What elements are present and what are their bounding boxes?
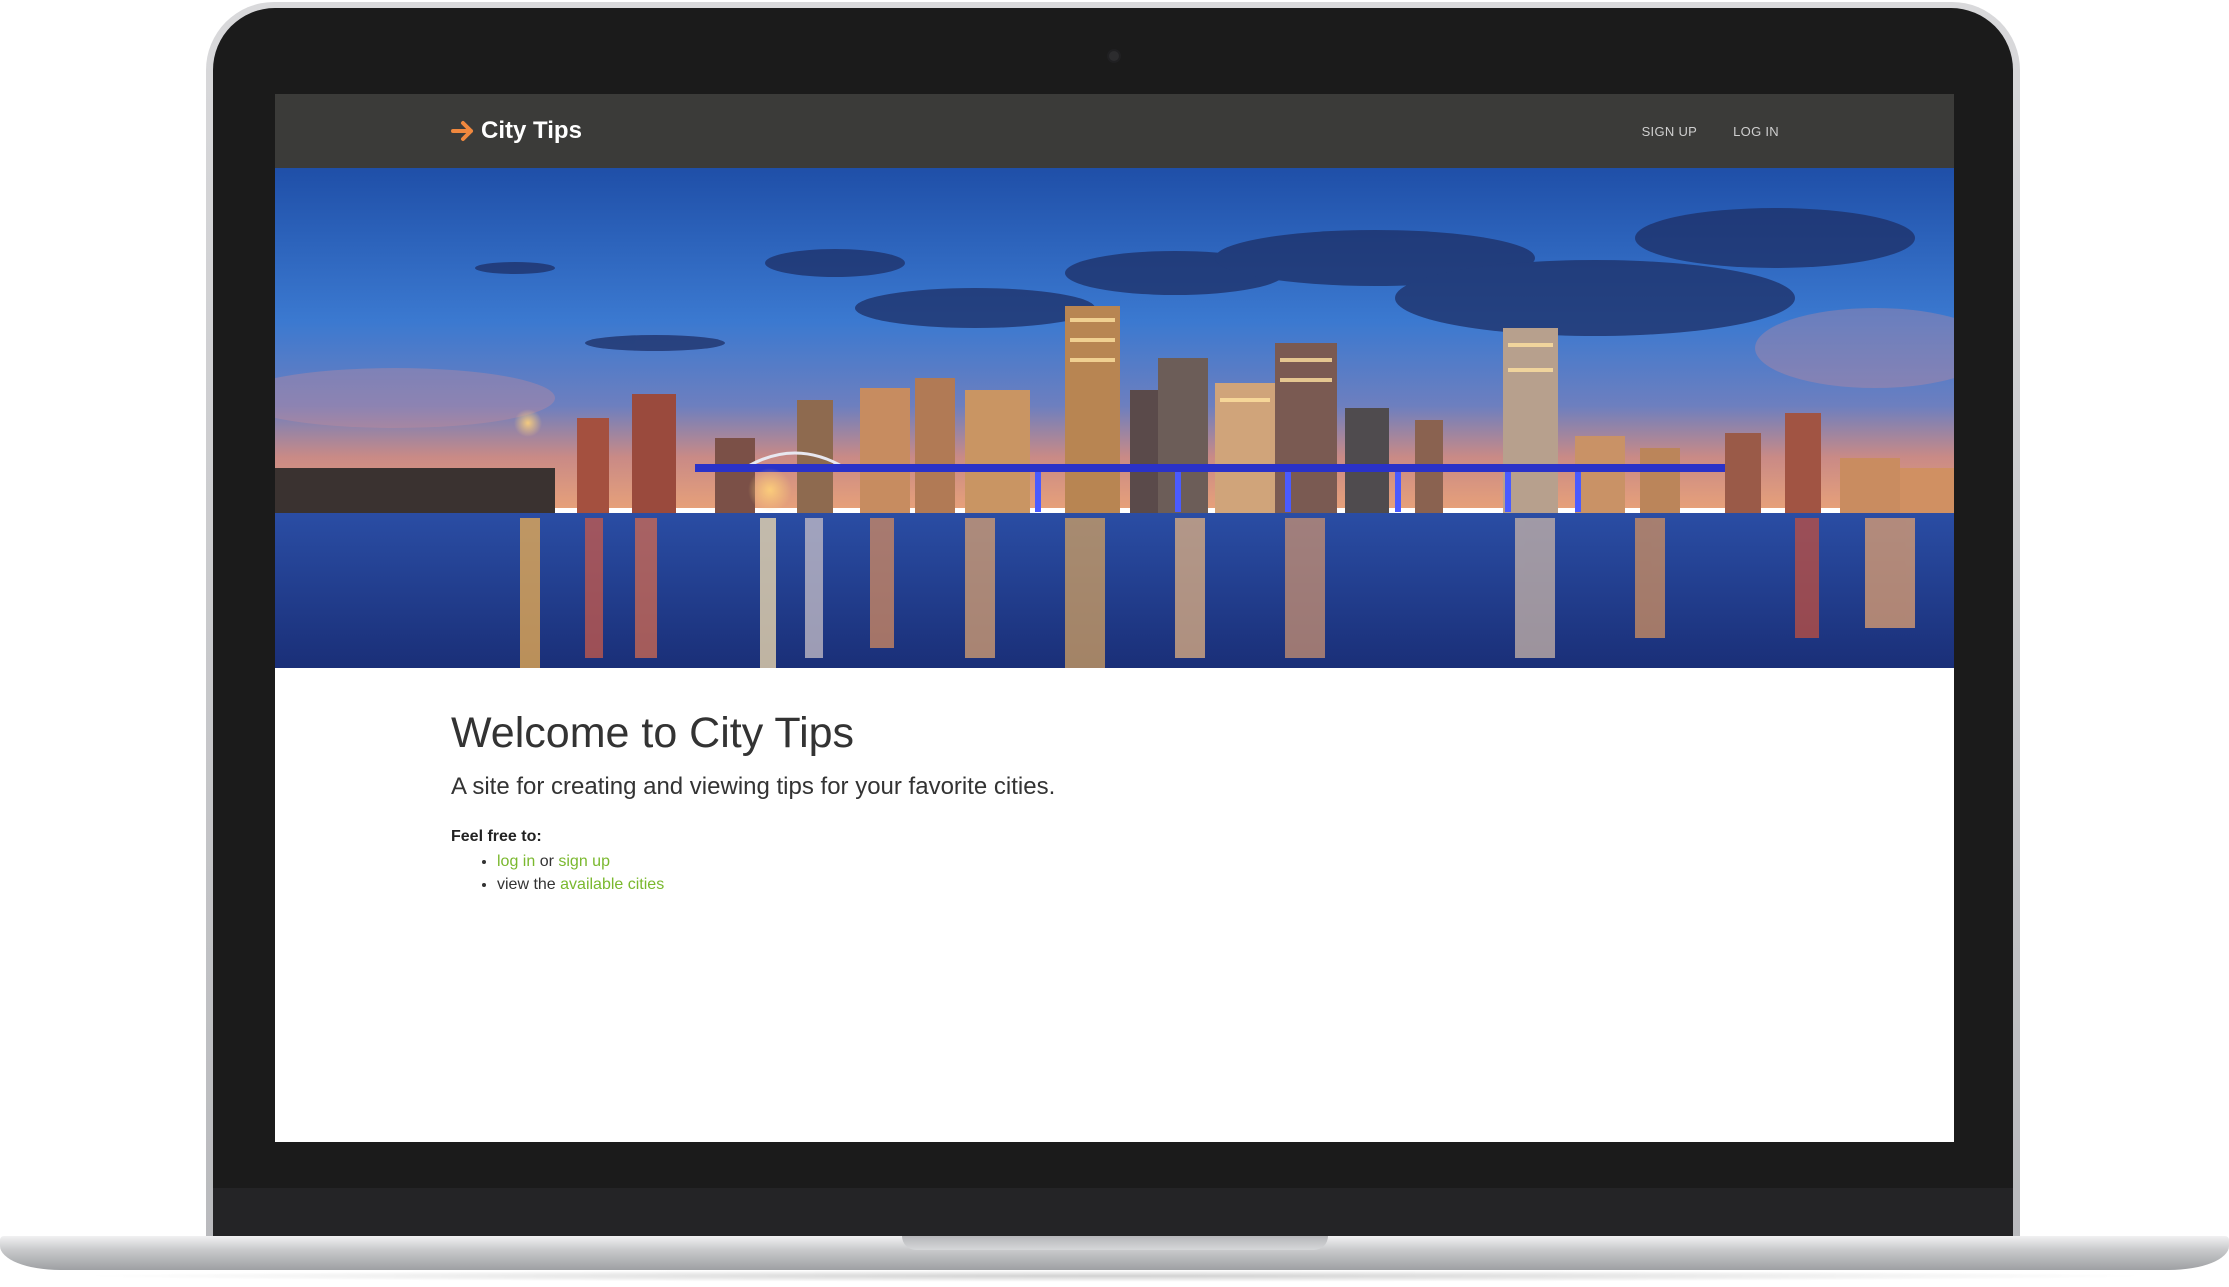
- nav-log-in-link[interactable]: LOG IN: [1733, 124, 1779, 139]
- view-the-text: view the: [497, 876, 561, 894]
- list-item-login-signup: log in or sign up: [497, 850, 1751, 873]
- navbar: City Tips SIGN UP LOG IN: [275, 94, 1954, 168]
- laptop-bezel-bottom: [213, 1188, 2013, 1242]
- nav-sign-up-link[interactable]: SIGN UP: [1642, 124, 1698, 139]
- actions-list: log in or sign up view the available cit…: [497, 850, 1751, 896]
- main-content: Welcome to City Tips A site for creating…: [451, 709, 1751, 896]
- log-in-link[interactable]: log in: [497, 853, 535, 870]
- list-item-view-cities: view the available cities: [497, 873, 1751, 896]
- feel-free-label: Feel free to:: [451, 828, 542, 846]
- brand-logo-link[interactable]: City Tips: [451, 114, 582, 148]
- hero-skyline-image: [275, 168, 1954, 668]
- page-title: Welcome to City Tips: [451, 709, 855, 757]
- browser-screen: City Tips SIGN UP LOG IN Welcome to City…: [275, 94, 1954, 1142]
- laptop-shadow: [70, 1270, 2160, 1282]
- available-cities-link[interactable]: available cities: [560, 876, 664, 893]
- or-text: or: [535, 853, 559, 871]
- camera-icon: [1107, 49, 1121, 63]
- brand-name: City Tips: [481, 117, 582, 144]
- laptop-base-notch: [902, 1236, 1328, 1250]
- page-subtitle: A site for creating and viewing tips for…: [451, 773, 1056, 801]
- nav-links: SIGN UP LOG IN: [1642, 94, 1779, 168]
- sign-up-link[interactable]: sign up: [558, 853, 610, 870]
- arrow-right-icon: [451, 121, 473, 141]
